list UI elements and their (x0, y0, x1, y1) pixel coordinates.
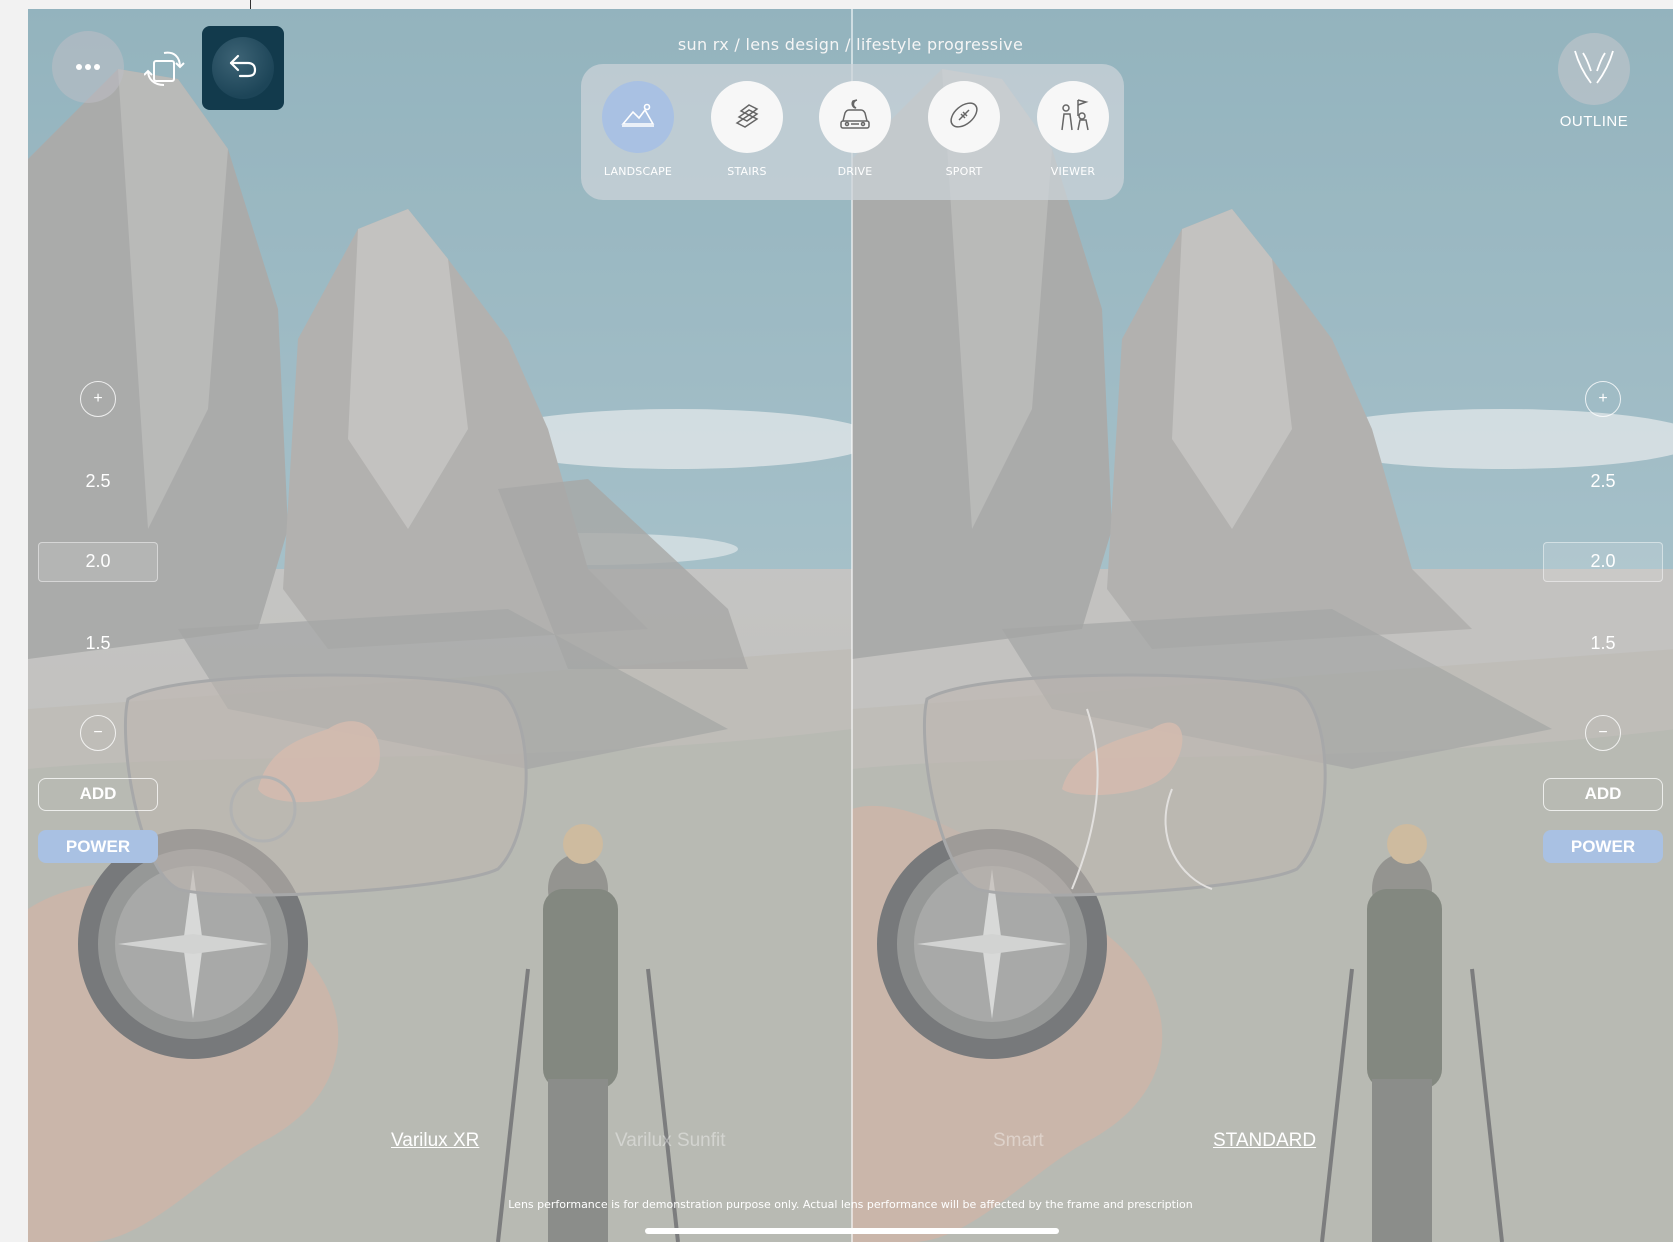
undo-arrow-icon (228, 53, 258, 84)
left-increase-button[interactable]: + (80, 381, 116, 417)
ellipsis-icon (75, 58, 101, 76)
hikers-flag-icon (1054, 96, 1092, 139)
scenario-sport[interactable]: SPORT (919, 81, 1009, 178)
scenario-viewer-circle (1037, 81, 1109, 153)
scenario-viewer[interactable]: VIEWER (1028, 81, 1118, 178)
outline-toggle-circle (1558, 33, 1630, 105)
lens-option-varilux-sunfit[interactable]: Varilux Sunfit (615, 1130, 726, 1152)
scenario-drive-label: DRIVE (837, 165, 873, 178)
right-decrease-button[interactable]: − (1585, 715, 1621, 751)
scenario-sport-circle (928, 81, 1000, 153)
scenario-toolbar: LANDSCAPE STAIRS DRIVE SPORT VIEWER (581, 64, 1124, 200)
left-add-button[interactable]: ADD (38, 778, 158, 811)
right-value-option[interactable]: 1.5 (1543, 633, 1663, 654)
right-add-button[interactable]: ADD (1543, 778, 1663, 811)
left-value-option[interactable]: 2.5 (38, 471, 158, 492)
scenario-stairs-circle (711, 81, 783, 153)
scenario-drive[interactable]: DRIVE (810, 81, 900, 178)
right-power-panel: + 2.5 2.0 1.5 − ADD POWER (1543, 379, 1663, 869)
outline-label: OUTLINE (1559, 113, 1629, 130)
home-indicator[interactable] (645, 1228, 1059, 1234)
disclaimer-text: Lens performance is for demonstration pu… (508, 1198, 1193, 1211)
scenario-landscape-circle (602, 81, 674, 153)
right-power-button[interactable]: POWER (1543, 830, 1663, 863)
lens-outline-icon (1571, 47, 1617, 92)
football-icon (947, 98, 981, 137)
scenario-viewer-label: VIEWER (1050, 165, 1096, 178)
scenario-drive-circle (819, 81, 891, 153)
right-value-option[interactable]: 2.5 (1543, 471, 1663, 492)
scenario-landscape-label: LANDSCAPE (603, 165, 673, 178)
left-power-button[interactable]: POWER (38, 830, 158, 863)
lens-option-smart[interactable]: Smart (993, 1130, 1044, 1152)
left-power-panel: + 2.5 2.0 1.5 − ADD POWER (38, 379, 158, 869)
app-screen: sun rx / lens design / lifestyle progres… (28, 9, 1673, 1242)
landscape-icon (621, 102, 655, 133)
left-decrease-button[interactable]: − (80, 715, 116, 751)
right-value-selected[interactable]: 2.0 (1543, 551, 1663, 572)
outline-toggle[interactable]: OUTLINE (1549, 33, 1639, 130)
scenario-stairs[interactable]: STAIRS (702, 81, 792, 178)
lens-option-varilux-xr[interactable]: Varilux XR (391, 1130, 479, 1152)
left-value-selected[interactable]: 2.0 (38, 551, 158, 572)
scenario-stairs-label: STAIRS (727, 165, 767, 178)
car-night-icon (837, 97, 873, 138)
left-value-option[interactable]: 1.5 (38, 633, 158, 654)
scenario-landscape[interactable]: LANDSCAPE (593, 81, 683, 178)
lens-option-standard[interactable]: STANDARD (1213, 1130, 1316, 1152)
stairs-icon (731, 99, 763, 136)
scenario-sport-label: SPORT (945, 165, 983, 178)
breadcrumb: sun rx / lens design / lifestyle progres… (677, 35, 1024, 54)
right-increase-button[interactable]: + (1585, 381, 1621, 417)
